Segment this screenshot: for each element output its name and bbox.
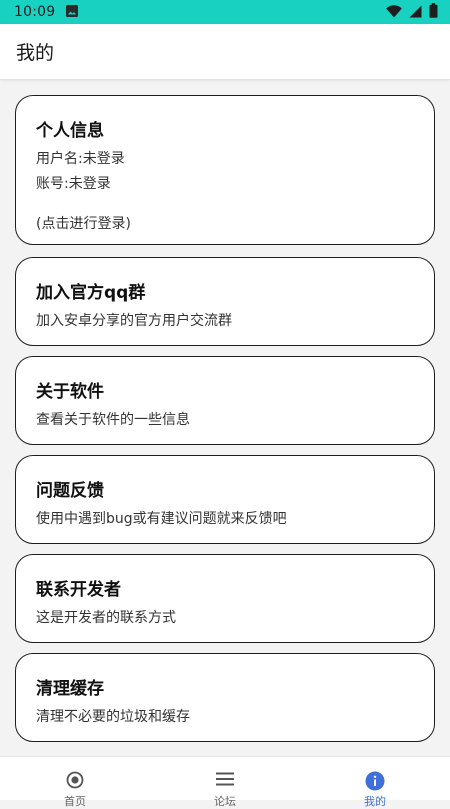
login-hint: (点击进行登录): [36, 216, 131, 232]
card-description: 加入安卓分享的官方用户交流群: [36, 313, 232, 329]
card-description: 清理不必要的垃圾和缓存: [36, 709, 190, 725]
nav-item-mine[interactable]: 我的: [300, 757, 450, 808]
card-title: 加入官方qq群: [36, 283, 146, 303]
menu-lines-icon: [215, 771, 235, 791]
app-bar: 我的: [0, 24, 450, 80]
card-personal-info[interactable]: 个人信息 用户名:未登录 账号:未登录 (点击进行登录): [15, 95, 435, 245]
status-bar: 10:09: [0, 0, 450, 24]
nav-label: 我的: [364, 795, 386, 808]
card-description: 这是开发者的联系方式: [36, 610, 176, 626]
card-title: 关于软件: [36, 382, 104, 402]
settings-list: 个人信息 用户名:未登录 账号:未登录 (点击进行登录) 加入官方qq群 加入安…: [0, 80, 450, 756]
page-title: 我的: [16, 42, 55, 64]
nav-label: 首页: [64, 795, 86, 808]
nav-item-forum[interactable]: 论坛: [150, 757, 300, 808]
card-title: 个人信息: [36, 121, 104, 141]
battery-icon: [429, 2, 438, 22]
card-join-qq-group[interactable]: 加入官方qq群 加入安卓分享的官方用户交流群: [15, 257, 435, 346]
card-contact-developer[interactable]: 联系开发者 这是开发者的联系方式: [15, 554, 435, 643]
status-right: [386, 2, 438, 22]
card-description: 使用中遇到bug或有建议问题就来反馈吧: [36, 511, 287, 527]
image-icon: [65, 3, 79, 22]
card-title: 清理缓存: [36, 679, 104, 699]
card-title: 问题反馈: [36, 481, 104, 501]
card-about-software[interactable]: 关于软件 查看关于软件的一些信息: [15, 356, 435, 445]
username-text: 用户名:未登录: [36, 151, 125, 167]
account-text: 账号:未登录: [36, 176, 111, 192]
nav-item-home[interactable]: 首页: [0, 757, 150, 808]
radio-circle-icon: [66, 771, 84, 793]
bottom-nav: 首页 论坛 我的: [0, 756, 450, 808]
card-title: 联系开发者: [36, 580, 121, 600]
card-description: 查看关于软件的一些信息: [36, 412, 190, 428]
info-icon: [365, 771, 385, 795]
status-time: 10:09: [14, 4, 56, 20]
wifi-icon: [386, 3, 402, 22]
status-left: 10:09: [14, 3, 79, 22]
card-feedback[interactable]: 问题反馈 使用中遇到bug或有建议问题就来反馈吧: [15, 455, 435, 544]
card-clear-cache[interactable]: 清理缓存 清理不必要的垃圾和缓存: [15, 653, 435, 742]
nav-label: 论坛: [214, 795, 236, 808]
signal-icon: [409, 3, 422, 22]
